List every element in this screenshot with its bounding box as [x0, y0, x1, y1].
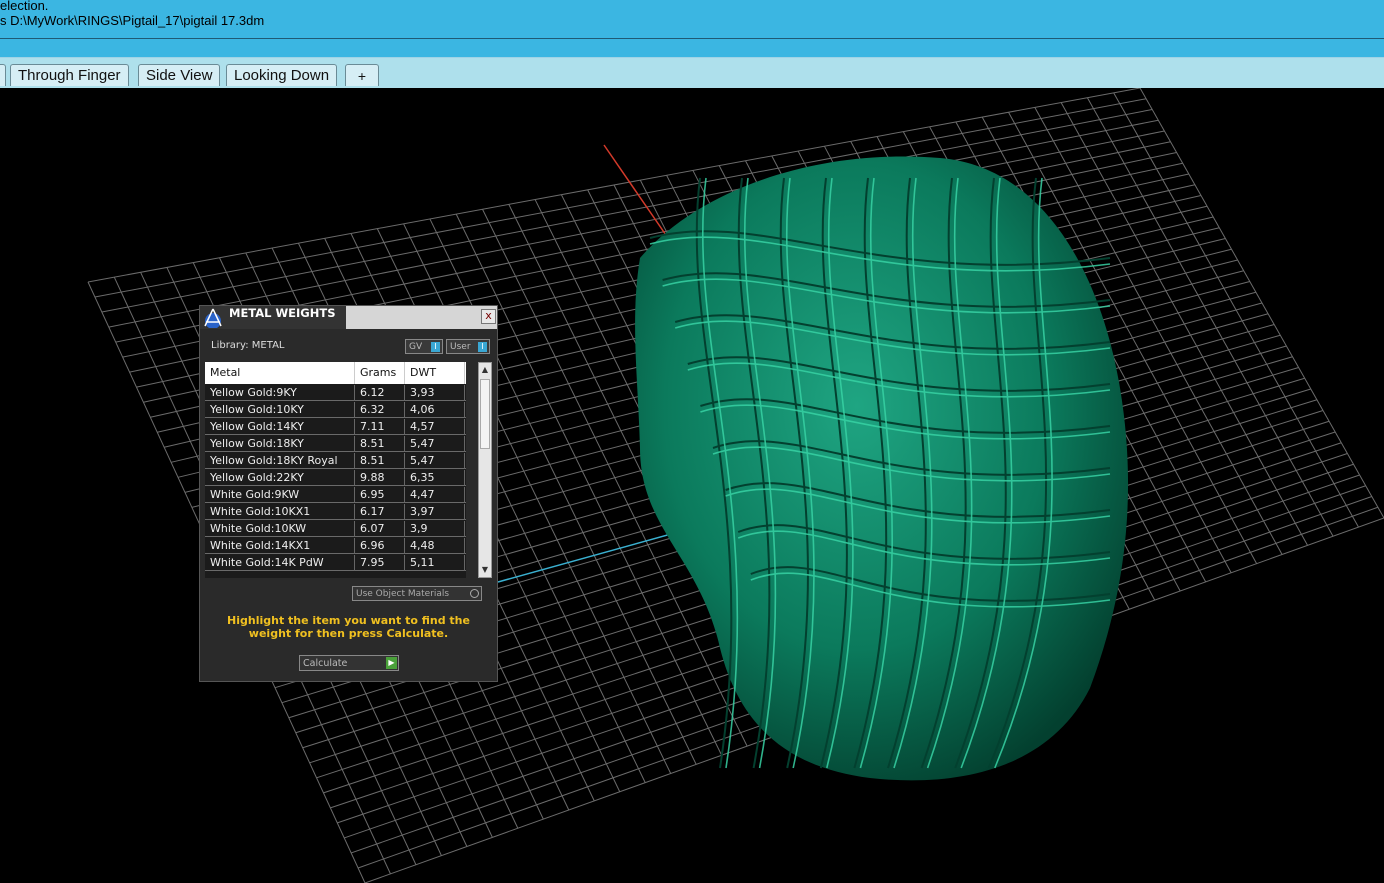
pigtail-ring-model[interactable] [635, 156, 1129, 781]
tab-through-finger[interactable]: Through Finger [10, 64, 129, 86]
dwt-cell: 4,57 [405, 419, 465, 435]
gv-toggle[interactable]: GV I [405, 339, 443, 354]
grams-cell: 6.12 [355, 385, 405, 401]
table-row[interactable]: White Gold:14KX1 6.96 4,48 [205, 538, 466, 554]
grams-cell: 6.07 [355, 521, 405, 537]
grams-cell: 9.88 [355, 470, 405, 486]
dwt-cell: 3,9 [405, 521, 465, 537]
tab-side-view[interactable]: Side View [138, 64, 221, 86]
grams-cell: 6.17 [355, 504, 405, 520]
metal-weights-table[interactable]: Metal Grams DWT Yellow Gold:9KY 6.12 3,93 Y… [205, 362, 466, 578]
dwt-cell: 5,11 [405, 555, 465, 571]
column-header-grams[interactable]: Grams [355, 362, 405, 384]
add-tab-button[interactable]: + [345, 64, 379, 86]
use-object-materials-option[interactable]: Use Object Materials [352, 586, 482, 601]
table-row[interactable]: Yellow Gold:18KY 8.51 5,47 [205, 436, 466, 452]
tab-looking-down[interactable]: Looking Down [226, 64, 338, 86]
grams-cell: 6.32 [355, 402, 405, 418]
metal-cell: Yellow Gold:14KY [205, 419, 355, 435]
table-row[interactable]: White Gold:14K PdW 7.95 5,11 [205, 555, 466, 571]
y-axis-line [603, 144, 669, 239]
grams-cell: 6.95 [355, 487, 405, 503]
dwt-cell: 3,93 [405, 385, 465, 401]
metal-cell: Yellow Gold:9KY [205, 385, 355, 401]
dwt-cell: 4,48 [405, 538, 465, 554]
dwt-cell: 4,47 [405, 487, 465, 503]
table-row[interactable]: Yellow Gold:14KY 7.11 4,57 [205, 419, 466, 435]
column-header-dwt[interactable]: DWT [405, 362, 465, 384]
grams-cell: 7.95 [355, 555, 405, 571]
column-header-metal[interactable]: Metal [205, 362, 355, 384]
table-row[interactable]: Yellow Gold:22KY 9.88 6,35 [205, 470, 466, 486]
tab-hidden[interactable] [0, 64, 6, 86]
grams-cell: 7.11 [355, 419, 405, 435]
scrollbar-thumb[interactable] [480, 379, 490, 449]
table-header: Metal Grams DWT [205, 362, 466, 384]
user-toggle-indicator: I [478, 342, 487, 352]
table-row[interactable]: White Gold:10KW 6.07 3,9 [205, 521, 466, 537]
metal-cell: White Gold:14K PdW [205, 555, 355, 571]
dialog-title-tab: METAL WEIGHTS [200, 306, 346, 329]
dwt-cell: 6,35 [405, 470, 465, 486]
table-row[interactable]: Yellow Gold:18KY Royal 8.51 5,47 [205, 453, 466, 469]
dialog-title: METAL WEIGHTS [229, 306, 336, 320]
play-icon: ▶ [386, 657, 397, 669]
metal-cell: White Gold:10KX1 [205, 504, 355, 520]
table-row[interactable]: White Gold:9KW 6.95 4,47 [205, 487, 466, 503]
grams-cell: 8.51 [355, 436, 405, 452]
close-icon[interactable]: x [481, 309, 496, 324]
command-line-1: election. [0, 0, 49, 13]
scroll-down-icon[interactable]: ▼ [479, 563, 491, 577]
table-row[interactable]: Yellow Gold:9KY 6.12 3,93 [205, 385, 466, 401]
command-line-2: s D:\MyWork\RINGS\Pigtail_17\pigtail 17.… [0, 13, 265, 28]
user-toggle[interactable]: User I [446, 339, 490, 354]
viewport-tab-bar: Through Finger Side View Looking Down + [0, 58, 1384, 88]
dwt-cell: 3,97 [405, 504, 465, 520]
radio-icon[interactable] [470, 589, 479, 598]
matrix-logo-icon [204, 308, 222, 328]
metal-cell: Yellow Gold:18KY Royal [205, 453, 355, 469]
metal-cell: Yellow Gold:22KY [205, 470, 355, 486]
grams-cell: 8.51 [355, 453, 405, 469]
grid-line [1113, 92, 1359, 528]
calculate-button[interactable]: Calculate ▶ [299, 655, 399, 671]
gv-toggle-indicator: I [431, 342, 440, 352]
table-row[interactable]: White Gold:10KX1 6.17 3,97 [205, 504, 466, 520]
metal-cell: White Gold:10KW [205, 521, 355, 537]
dwt-cell: 5,47 [405, 436, 465, 452]
metal-cell: White Gold:14KX1 [205, 538, 355, 554]
command-history: election. s D:\MyWork\RINGS\Pigtail_17\p… [0, 0, 1384, 39]
scroll-up-icon[interactable]: ▲ [479, 363, 491, 377]
library-label: Library: METAL [211, 340, 285, 351]
dialog-titlebar[interactable]: METAL WEIGHTS x [200, 306, 497, 329]
metal-cell: Yellow Gold:18KY [205, 436, 355, 452]
instruction-text: Highlight the item you want to find the … [227, 614, 470, 640]
grid-line [1139, 88, 1384, 519]
dwt-cell: 4,06 [405, 402, 465, 418]
table-row[interactable]: Yellow Gold:10KY 6.32 4,06 [205, 402, 466, 418]
dwt-cell: 5,47 [405, 453, 465, 469]
table-scrollbar[interactable]: ▲ ▼ [478, 362, 492, 578]
command-input[interactable] [0, 39, 1384, 58]
grams-cell: 6.96 [355, 538, 405, 554]
metal-weights-dialog[interactable]: METAL WEIGHTS x Library: METAL GV I User… [199, 305, 498, 682]
metal-cell: White Gold:9KW [205, 487, 355, 503]
metal-cell: Yellow Gold:10KY [205, 402, 355, 418]
